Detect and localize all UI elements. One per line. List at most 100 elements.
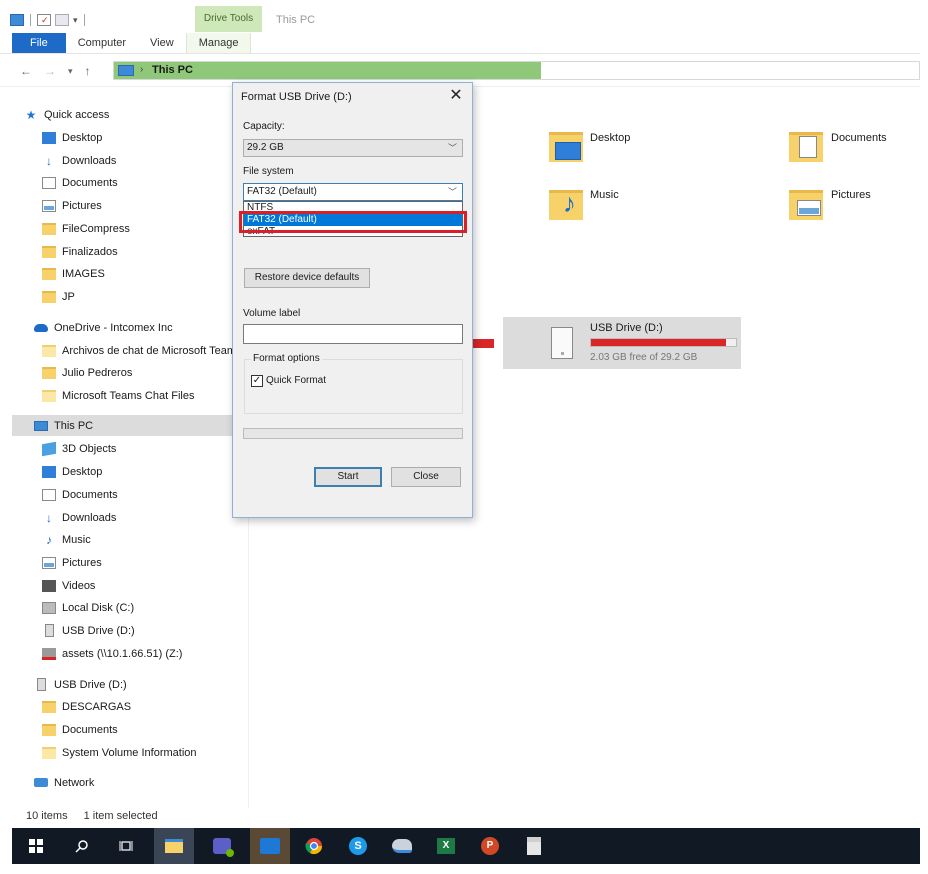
ribbon-divider (0, 53, 920, 54)
excel-taskbar-button[interactable]: X (426, 828, 466, 864)
capacity-value: 29.2 GB (247, 142, 284, 153)
back-arrow-icon[interactable]: ← (20, 64, 32, 78)
address-bar[interactable]: › This PC (113, 61, 920, 80)
sidebar-item-usb-drive-d[interactable]: USB Drive (D:) (42, 620, 278, 641)
tab-manage[interactable]: Manage (185, 33, 252, 53)
tab-computer[interactable]: Computer (66, 33, 138, 53)
sidebar-item-label: JP (62, 290, 75, 303)
ribbon-tabs: File Computer View Manage (12, 33, 252, 53)
pictures-folder-icon[interactable] (789, 186, 825, 220)
usb-drive-icon (45, 624, 54, 637)
sidebar-item-label: Pictures (62, 556, 102, 569)
up-arrow-icon[interactable]: ↑ (85, 64, 91, 78)
sidebar-item-usb-root[interactable]: USB Drive (D:) (34, 674, 270, 695)
sidebar-item-network[interactable]: Network (34, 772, 270, 793)
file-system-select[interactable]: FAT32 (Default) ﹀ (243, 183, 463, 201)
sidebar-item-label: FileCompress (62, 222, 130, 235)
dialog-title: Format USB Drive (D:) (241, 91, 352, 103)
outlook-taskbar-button[interactable] (250, 828, 290, 864)
sidebar-item-label: Quick access (44, 108, 110, 121)
sidebar-item-system-volume-information[interactable]: System Volume Information (42, 742, 278, 763)
volume-label-input[interactable] (243, 324, 463, 344)
sidebar-item-usb-documents[interactable]: Documents (42, 719, 278, 740)
pictures-overlay (797, 200, 821, 216)
customize-toolbar-icon[interactable]: ▾ (73, 15, 78, 26)
annotation-highlight-box (239, 211, 467, 233)
new-folder-icon[interactable] (55, 14, 69, 26)
documents-folder-icon[interactable] (789, 128, 825, 162)
file-explorer-taskbar-button[interactable] (154, 828, 194, 864)
sidebar-item-local-disk-c[interactable]: Local Disk (C:) (42, 597, 278, 618)
usb-drive-tile[interactable]: USB Drive (D:) 2.03 GB free of 29.2 GB (503, 317, 741, 369)
tab-view[interactable]: View (138, 33, 186, 53)
chrome-taskbar-button[interactable] (294, 828, 334, 864)
forward-arrow-icon[interactable]: → (44, 64, 56, 78)
file-explorer-icon (165, 839, 183, 853)
powerpoint-taskbar-button[interactable]: P (470, 828, 510, 864)
sidebar-item-pc-music[interactable]: ♪ Music (42, 529, 278, 550)
music-note-icon: ♪ (46, 532, 52, 547)
quick-format-checkbox[interactable]: ✓ (251, 375, 263, 387)
sidebar-item-quick-access[interactable]: ★ Quick access (24, 104, 260, 125)
quick-format-label: Quick Format (266, 375, 327, 386)
sidebar-item-descargas[interactable]: DESCARGAS (42, 696, 278, 717)
desktop-folder-icon[interactable] (549, 128, 585, 162)
download-arrow-icon: ↓ (46, 510, 52, 525)
volume-label-caption: Volume label (243, 308, 301, 319)
breadcrumb-chevron-icon[interactable]: › (140, 64, 143, 75)
sidebar-item-pc-videos[interactable]: Videos (42, 575, 278, 596)
restore-defaults-button[interactable]: Restore device defaults (244, 268, 370, 288)
folder-label-documents[interactable]: Documents (831, 132, 887, 144)
recent-locations-icon[interactable]: ▾ (68, 66, 73, 77)
this-pc-icon (34, 420, 48, 431)
usb-drive-usage-bar (590, 338, 737, 347)
sidebar-item-teams-chat-files-es[interactable]: Archivos de chat de Microsoft Teams (42, 340, 238, 361)
tab-file[interactable]: File (12, 33, 66, 53)
teams-icon (213, 838, 234, 857)
sidebar-item-pc-pictures[interactable]: Pictures (42, 552, 278, 573)
window-title: This PC (276, 14, 316, 26)
music-folder-icon[interactable]: ♪ (549, 186, 585, 220)
calculator-taskbar-button[interactable] (514, 828, 554, 864)
properties-icon[interactable]: ✓ (37, 14, 51, 26)
computer-icon[interactable] (10, 14, 24, 26)
video-film-icon (42, 579, 56, 592)
sidebar-item-label: Desktop (62, 131, 103, 144)
search-button[interactable] (62, 828, 102, 864)
sidebar-item-assets-z[interactable]: assets (\\10.1.66.51) (Z:) (42, 643, 278, 664)
quick-access-toolbar: ✓ ▾ (10, 10, 87, 30)
skype-icon: S (349, 837, 367, 855)
teams-taskbar-button[interactable] (202, 828, 242, 864)
desktop-overlay (555, 142, 581, 160)
drive-tools-context-tab[interactable]: Drive Tools (195, 6, 262, 32)
start-button[interactable]: Start (314, 467, 382, 487)
start-button[interactable] (16, 828, 56, 864)
network-icon (34, 778, 48, 787)
document-icon (42, 176, 56, 189)
sidebar-item-label: Downloads (62, 511, 117, 524)
folder-icon (42, 389, 56, 402)
sidebar-item-this-pc[interactable]: This PC (12, 415, 248, 436)
folder-label-music[interactable]: Music (590, 189, 619, 201)
search-icon (75, 840, 88, 853)
sidebar-item-label: Network (54, 776, 95, 789)
sidebar-item-label: Downloads (62, 154, 117, 167)
dialog-close-icon[interactable]: ✕ (446, 86, 466, 106)
folder-label-pictures[interactable]: Pictures (831, 189, 871, 201)
navigation-buttons: ← → ▾ ↑ (20, 62, 91, 80)
folder-label-desktop[interactable]: Desktop (590, 132, 630, 144)
task-view-button[interactable] (106, 828, 146, 864)
sidebar-item-label: Pictures (62, 199, 102, 212)
usb-drive-icon (37, 678, 46, 691)
sidebar-item-label: Documents (62, 488, 118, 501)
music-note-overlay: ♪ (563, 188, 576, 218)
capacity-select[interactable]: 29.2 GB ﹀ (243, 139, 463, 157)
usb-drive-icon (551, 327, 573, 359)
skype-taskbar-button[interactable]: S (338, 828, 378, 864)
format-dialog: Format USB Drive (D:) ✕ Capacity: 29.2 G… (232, 82, 473, 518)
excel-icon: X (437, 838, 455, 854)
close-button[interactable]: Close (391, 467, 461, 487)
sidebar-item-label: Documents (62, 176, 118, 189)
breadcrumb-this-pc[interactable]: This PC (152, 64, 193, 76)
paint-taskbar-button[interactable] (382, 828, 422, 864)
